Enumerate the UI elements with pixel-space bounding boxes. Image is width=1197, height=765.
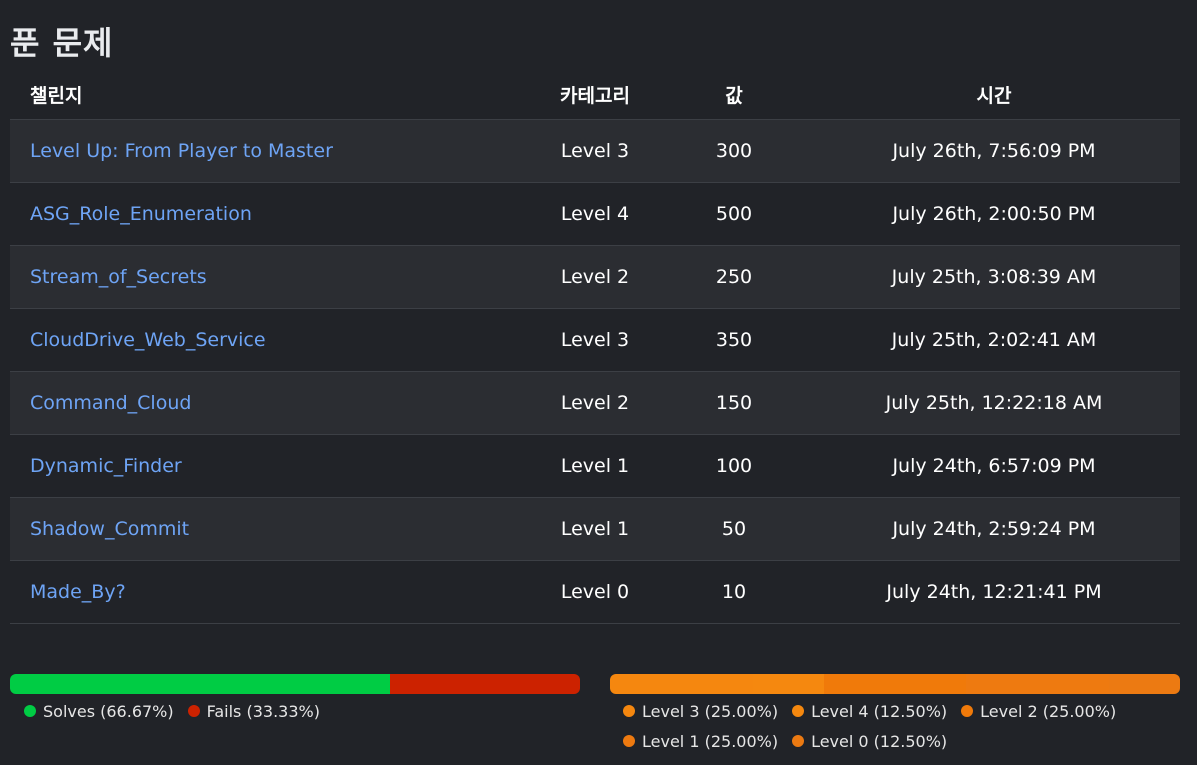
table-row: Level Up: From Player to Master Level 3 …	[10, 119, 1180, 183]
legend-item-level-2[interactable]: Level 2 (25.00%)	[961, 701, 1116, 721]
challenge-cell: Stream_of_Secrets	[10, 245, 530, 309]
legend-label: Level 3 (25.00%)	[642, 701, 779, 721]
value-cell: 50	[660, 497, 808, 561]
challenge-link[interactable]: Made_By?	[30, 581, 126, 603]
time-cell: July 25th, 3:08:39 AM	[808, 245, 1180, 309]
challenge-link[interactable]: Dynamic_Finder	[30, 455, 182, 477]
challenge-cell: CloudDrive_Web_Service	[10, 308, 530, 372]
solve-percentage-bar	[10, 674, 580, 694]
challenge-link[interactable]: ASG_Role_Enumeration	[30, 203, 252, 225]
fails-dot-icon	[187, 705, 200, 717]
table-row: ASG_Role_Enumeration Level 4 500 July 26…	[10, 182, 1180, 246]
value-cell: 10	[660, 560, 808, 624]
legend-item-level-0[interactable]: Level 0 (12.50%)	[792, 731, 947, 751]
table-row: Made_By? Level 0 10 July 24th, 12:21:41 …	[10, 560, 1180, 624]
column-header-challenge[interactable]: 챌린지	[10, 70, 530, 120]
category-legend: Level 3 (25.00%) Level 4 (12.50%) Level …	[623, 701, 1143, 751]
level-0-segment[interactable]	[1108, 674, 1180, 694]
time-cell: July 25th, 2:02:41 AM	[808, 308, 1180, 372]
challenge-link[interactable]: Shadow_Commit	[30, 518, 189, 540]
time-cell: July 24th, 6:57:09 PM	[808, 434, 1180, 498]
column-header-category[interactable]: 카테고리	[530, 70, 660, 120]
category-cell: Level 3	[530, 119, 660, 183]
challenge-link[interactable]: Level Up: From Player to Master	[30, 140, 333, 162]
value-cell: 250	[660, 245, 808, 309]
column-header-value[interactable]: 값	[660, 70, 808, 120]
solve-legend: Solves (66.67%) Fails (33.33%)	[24, 701, 584, 721]
level-3-dot-icon	[623, 705, 635, 717]
legend-label: Level 2 (25.00%)	[980, 701, 1117, 721]
table-row: Command_Cloud Level 2 150 July 25th, 12:…	[10, 371, 1180, 435]
challenge-cell: Command_Cloud	[10, 371, 530, 435]
category-cell: Level 1	[530, 497, 660, 561]
time-cell: July 24th, 12:21:41 PM	[808, 560, 1180, 624]
time-cell: July 25th, 12:22:18 AM	[808, 371, 1180, 435]
level-1-dot-icon	[623, 735, 635, 747]
category-cell: Level 2	[530, 371, 660, 435]
category-cell: Level 0	[530, 560, 660, 624]
solves-dot-icon	[24, 705, 36, 717]
time-cell: July 26th, 2:00:50 PM	[808, 182, 1180, 246]
solves-segment[interactable]	[10, 674, 391, 694]
level-3-segment[interactable]	[610, 674, 753, 694]
legend-label: Level 4 (12.50%)	[811, 701, 948, 721]
category-cell: Level 4	[530, 182, 660, 246]
challenge-link[interactable]: Command_Cloud	[30, 392, 191, 414]
category-cell: Level 3	[530, 308, 660, 372]
challenge-cell: Made_By?	[10, 560, 530, 624]
challenge-cell: Shadow_Commit	[10, 497, 530, 561]
level-2-segment[interactable]	[823, 674, 967, 694]
level-1-segment[interactable]	[966, 674, 1109, 694]
fails-segment[interactable]	[390, 674, 580, 694]
legend-label: Level 1 (25.00%)	[642, 731, 779, 751]
value-cell: 150	[660, 371, 808, 435]
challenge-link[interactable]: Stream_of_Secrets	[30, 266, 207, 288]
table-row: Dynamic_Finder Level 1 100 July 24th, 6:…	[10, 434, 1180, 498]
category-cell: Level 2	[530, 245, 660, 309]
column-header-time[interactable]: 시간	[808, 70, 1180, 120]
legend-label: Fails (33.33%)	[206, 701, 320, 721]
legend-item-fails[interactable]: Fails (33.33%)	[187, 701, 320, 721]
challenge-cell: Dynamic_Finder	[10, 434, 530, 498]
table-header-row: 챌린지 카테고리 값 시간	[10, 70, 1180, 120]
value-cell: 100	[660, 434, 808, 498]
category-breakdown-bar	[610, 674, 1180, 694]
legend-item-solves[interactable]: Solves (66.67%)	[24, 701, 174, 721]
time-cell: July 24th, 2:59:24 PM	[808, 497, 1180, 561]
challenge-cell: ASG_Role_Enumeration	[10, 182, 530, 246]
legend-item-level-1[interactable]: Level 1 (25.00%)	[623, 731, 778, 751]
level-4-dot-icon	[792, 705, 805, 717]
level-0-dot-icon	[792, 735, 805, 747]
category-cell: Level 1	[530, 434, 660, 498]
challenge-cell: Level Up: From Player to Master	[10, 119, 530, 183]
value-cell: 300	[660, 119, 808, 183]
challenge-link[interactable]: CloudDrive_Web_Service	[30, 329, 266, 351]
value-cell: 500	[660, 182, 808, 246]
legend-item-level-3[interactable]: Level 3 (25.00%)	[623, 701, 778, 721]
level-2-dot-icon	[961, 705, 974, 717]
legend-label: Solves (66.67%)	[43, 701, 174, 721]
level-4-segment[interactable]	[752, 674, 824, 694]
table-row: Stream_of_Secrets Level 2 250 July 25th,…	[10, 245, 1180, 309]
table-row: Shadow_Commit Level 1 50 July 24th, 2:59…	[10, 497, 1180, 561]
legend-label: Level 0 (12.50%)	[811, 731, 948, 751]
legend-item-level-4[interactable]: Level 4 (12.50%)	[792, 701, 947, 721]
table-row: CloudDrive_Web_Service Level 3 350 July …	[10, 308, 1180, 372]
value-cell: 350	[660, 308, 808, 372]
solves-table: 챌린지 카테고리 값 시간 Level Up: From Player to M…	[10, 70, 1180, 624]
time-cell: July 26th, 7:56:09 PM	[808, 119, 1180, 183]
page-title: 푼 문제	[10, 24, 114, 62]
